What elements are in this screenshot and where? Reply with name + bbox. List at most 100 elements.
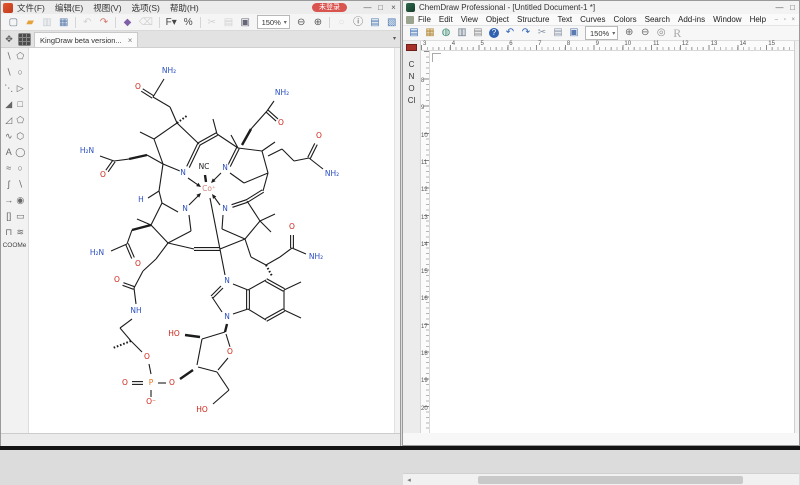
redo-button-icon[interactable]: ↷ (519, 26, 533, 40)
chemdraw-menu-add-ins[interactable]: Add-ins (678, 15, 705, 24)
r-group-button-icon[interactable]: R (670, 26, 684, 40)
atom-shortcut-cl[interactable]: Cl (403, 95, 420, 107)
share-button-icon[interactable]: ▧ (386, 15, 397, 30)
kingdraw-menu-2[interactable]: 视图(V) (93, 2, 121, 14)
canvas-vertical-scrollbar[interactable] (394, 48, 400, 433)
zoom-out-button-icon[interactable]: ⊖ (638, 26, 652, 40)
chemdraw-horizontal-scrollbar[interactable]: ◂ (403, 473, 799, 485)
zoom-tool-button-icon[interactable]: ◎ (654, 26, 668, 40)
atom-shortcut-n[interactable]: N (403, 71, 420, 83)
save-as-button-icon[interactable]: ▦ (58, 15, 69, 30)
zoom-in-button-icon[interactable]: ⊕ (313, 15, 324, 30)
zoom-in-button-icon[interactable]: ⊕ (622, 26, 636, 40)
chemdraw-menu-search[interactable]: Search (645, 15, 670, 24)
selection-tool-icon[interactable] (406, 44, 417, 51)
help-button-icon[interactable]: ? (489, 28, 499, 38)
new-document-button-icon[interactable]: ▤ (407, 26, 421, 40)
save-button-icon[interactable]: ▥ (42, 15, 53, 30)
palette-tool-icon[interactable]: ∿ (3, 128, 15, 144)
dropdown-arrow-icon[interactable]: ▾ (284, 19, 287, 26)
kingdraw-canvas[interactable]: NH₂ O NH₂ O O NH₂ H₂N O NC Co⁺ N N N N H O NH₂ H₂N O O NH N N H… (29, 48, 394, 433)
palette-tool-icon[interactable]: ∖ (3, 64, 15, 80)
palette-tool-icon[interactable]: ▷ (15, 80, 27, 96)
palette-tool-icon[interactable]: ∖ (15, 176, 27, 192)
palette-tool-icon[interactable]: ◢ (3, 96, 15, 112)
palette-tool-icon[interactable]: ◯ (15, 144, 27, 160)
maximize-button[interactable]: □ (786, 1, 799, 14)
zoom-select[interactable]: 150% ▾ (585, 26, 619, 40)
palette-tool-icon[interactable]: ◉ (15, 192, 27, 208)
palette-tool-icon[interactable]: ≋ (15, 224, 27, 240)
cut-button-icon[interactable]: ✂ (535, 26, 549, 40)
palette-tool-icon[interactable]: ⊓ (3, 224, 15, 240)
open-button-icon[interactable]: ▦ (423, 26, 437, 40)
eraser-button-icon[interactable]: ◆ (122, 15, 133, 30)
save-cloud-button-icon[interactable]: ◍ (439, 26, 453, 40)
palette-tool-icon[interactable]: ≈ (3, 160, 15, 176)
chemdraw-menu-window[interactable]: Window (713, 15, 741, 24)
functional-group-shortcut[interactable]: COOMe (1, 242, 28, 249)
chemdraw-menu-help[interactable]: Help (750, 15, 766, 24)
palette-tool-icon[interactable]: [] (3, 208, 15, 224)
chemdraw-menu-edit[interactable]: Edit (439, 15, 453, 24)
minimize-button[interactable]: — (773, 1, 786, 14)
document-window-controls[interactable]: – ▫ × (775, 17, 797, 23)
about-button-icon[interactable]: ⓘ (353, 15, 364, 30)
palette-tool-icon[interactable]: ⬠ (15, 112, 27, 128)
tab-list-dropdown-icon[interactable]: ▾ (393, 32, 396, 47)
palette-tool-icon[interactable]: ⬠ (15, 48, 27, 64)
zoom-out-button-icon[interactable]: ⊖ (296, 15, 307, 30)
chemdraw-menu-text[interactable]: Text (557, 15, 572, 24)
palette-tool-icon[interactable]: ▭ (15, 208, 27, 224)
atom-shortcut-o[interactable]: O (403, 83, 420, 95)
login-status-badge[interactable]: 未登录 (312, 3, 347, 12)
palette-tool-icon[interactable]: → (3, 192, 15, 208)
kingdraw-menu-0[interactable]: 文件(F) (17, 2, 45, 14)
palette-tool-icon[interactable]: ◿ (3, 112, 15, 128)
maximize-button[interactable]: □ (374, 1, 387, 14)
close-button[interactable]: × (387, 1, 400, 14)
palette-tool-icon[interactable]: ⬡ (15, 128, 27, 144)
chemdraw-menu-colors[interactable]: Colors (614, 15, 637, 24)
chemdraw-canvas[interactable] (430, 51, 794, 433)
save-button-icon[interactable]: ▥ (455, 26, 469, 40)
chemdraw-menu-structure[interactable]: Structure (517, 15, 549, 24)
pan-tool-icon[interactable]: ✥ (1, 31, 17, 47)
copy-button-icon[interactable]: ▤ (223, 15, 234, 30)
atom-shortcut-c[interactable]: C (403, 59, 420, 71)
palette-tool-icon[interactable]: □ (15, 96, 27, 112)
undo-button-icon[interactable]: ↶ (503, 26, 517, 40)
molecule-drawing[interactable]: NH₂ONH₂OONH₂H₂NONCCo⁺NNN NHONH₂H₂NOONHNNH… (29, 48, 394, 433)
paste-button-icon[interactable]: ▣ (240, 15, 251, 30)
cut-button-icon[interactable]: ✂ (206, 15, 217, 30)
kingdraw-menu-4[interactable]: 帮助(H) (170, 2, 199, 14)
dropdown-arrow-icon[interactable]: ▾ (612, 30, 615, 37)
palette-tool-icon[interactable]: ⋱ (3, 80, 15, 96)
chemdraw-menu-view[interactable]: View (461, 15, 478, 24)
palette-tool-icon[interactable]: ○ (15, 64, 27, 80)
chemdraw-menu-object[interactable]: Object (486, 15, 509, 24)
delete-button-icon[interactable]: ⌫ (139, 15, 153, 30)
scroll-left-icon[interactable]: ◂ (403, 476, 415, 484)
kingdraw-menu-3[interactable]: 选项(S) (132, 2, 160, 14)
chemdraw-vertical-scrollbar[interactable] (794, 41, 799, 433)
chemdraw-menu-curves[interactable]: Curves (580, 15, 605, 24)
print-button-icon[interactable]: ▤ (370, 15, 381, 30)
redo-button-icon[interactable]: ↷ (99, 15, 110, 30)
minimize-button[interactable]: — (361, 1, 374, 14)
palette-tool-icon[interactable]: ○ (15, 160, 27, 176)
kingdraw-menu-1[interactable]: 编辑(E) (55, 2, 83, 14)
undo-button-icon[interactable]: ↶ (82, 15, 93, 30)
print-button-icon[interactable]: ▤ (471, 26, 485, 40)
document-tab[interactable]: KingDraw beta version... × (34, 32, 139, 47)
chemdraw-menu-file[interactable]: File (418, 15, 431, 24)
open-file-button-icon[interactable]: ▰ (25, 15, 36, 30)
palette-tool-icon[interactable]: ∖ (3, 48, 15, 64)
sync-button-icon[interactable]: ○ (336, 15, 347, 30)
structure-tool-icon[interactable] (18, 33, 31, 46)
format-button-icon[interactable]: F▾ (166, 15, 177, 30)
palette-tool-icon[interactable]: A (3, 144, 15, 160)
new-document-button-icon[interactable]: ▢ (8, 15, 19, 30)
clean-structure-button-icon[interactable]: % (183, 15, 194, 30)
tab-close-icon[interactable]: × (128, 36, 133, 45)
